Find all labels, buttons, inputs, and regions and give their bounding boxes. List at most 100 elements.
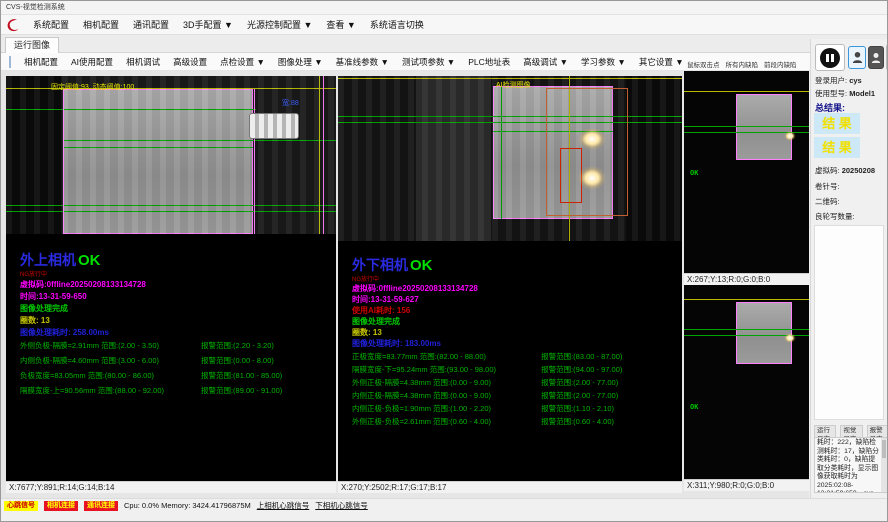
scene-dark-band — [626, 76, 682, 241]
overlay-line-green — [338, 116, 682, 117]
tool-plc-address-table[interactable]: PLC地址表 — [466, 54, 512, 70]
measurement-row: 外侧负极-隔膜=2.91mm 范围:(2.00 - 3.50) 报警范围:(2.… — [20, 340, 332, 351]
tool-advanced-settings[interactable]: 高级设置 — [171, 54, 209, 70]
alarm-range: 报警范围:(2.00 - 77.00) — [541, 377, 678, 388]
left-product-region — [63, 89, 253, 234]
overlay-line-green — [6, 211, 336, 212]
heartbeat-badge: 心跳信号 — [4, 501, 38, 511]
overlay-line-green — [63, 147, 253, 148]
overlay-line-green — [6, 109, 256, 110]
user-login-button[interactable] — [848, 46, 866, 69]
left-camera-image[interactable]: 固定阈值:93, 动态阈值:100 宽:88 — [6, 76, 336, 234]
tool-other-settings[interactable]: 其它设置 ▼ — [637, 54, 686, 70]
measurement-value: 内侧负极-隔膜=4.60mm 范围:(3.00 - 6.00) — [20, 355, 201, 366]
app-logo-icon — [5, 17, 21, 33]
right-camera-image[interactable]: AI检测图像 — [338, 76, 682, 241]
tool-advanced-debug[interactable]: 高级调试 ▼ — [521, 54, 570, 70]
process-done-line: 图像处理完成 — [352, 316, 400, 327]
measurement-row: 隔膜宽度-上=90.56mm 范围:(88.00 - 92.00) 报警范围:(… — [20, 385, 332, 396]
result-box-2: 结 果 — [814, 137, 860, 158]
alarm-range: 报警范围:(89.00 - 91.00) — [201, 385, 332, 396]
lower-camera-heartbeat: 下相机心跳信号 — [315, 500, 368, 511]
overlay-line-green — [684, 329, 809, 330]
sidebar: 登录用户: cys 使用型号: Model1 总结果: 结 果 结 果 虚拟码:… — [810, 39, 888, 498]
measurement-row: 隔膜宽度-下=95.24mm 范围:(93.00 - 98.00) 报警范围:(… — [352, 364, 678, 375]
thumb2-product — [736, 302, 792, 364]
camera-result: OK — [410, 257, 433, 274]
menu-light-control-config[interactable]: 光源控制配置 ▼ — [245, 16, 314, 33]
login-label-text: 登录用户: — [815, 76, 847, 85]
thumb-header-front-defects[interactable]: 前段内缺陷 — [764, 59, 797, 69]
tool-learning-params[interactable]: 学习参数 ▼ — [579, 54, 628, 70]
overlay-line-green — [6, 205, 336, 206]
scene-light-band — [416, 76, 491, 241]
thumb1-product — [736, 94, 792, 160]
tool-image-processing[interactable]: 图像处理 ▼ — [276, 54, 325, 70]
pause-icon — [820, 48, 840, 68]
measurement-row: 负极宽度=83.05mm 范围:(80.00 - 86.00) 报警范围:(81… — [20, 370, 332, 381]
reflection-highlight — [578, 166, 606, 190]
good-count-label: 良轮写数量: — [815, 211, 855, 222]
gripper-clamp — [249, 113, 299, 139]
tool-test-item-params[interactable]: 测试项参数 ▼ — [400, 54, 457, 70]
thumb1-image[interactable]: OK — [684, 71, 809, 273]
left-camera-coords: X:7677;Y:891;R:14;G:14;B:14 — [6, 481, 336, 493]
model-label-text: 使用型号: — [815, 89, 847, 98]
measurement-value: 负极宽度=83.05mm 范围:(80.00 - 86.00) — [20, 370, 201, 381]
ai-image-overlay-label: AI检测图像 — [496, 80, 531, 90]
overlay-line-green — [501, 86, 502, 219]
overlay-line-pink — [254, 89, 255, 234]
pause-button[interactable] — [815, 44, 845, 71]
thumb2-image[interactable]: OK — [684, 285, 809, 479]
virtual-code-label: 虚拟码: 20250208 — [815, 165, 875, 176]
sidebar-listbox[interactable] — [814, 225, 884, 420]
user-manage-button[interactable] — [868, 46, 884, 69]
needle-number-label: 卷针号: — [815, 181, 840, 192]
thumb-header: 鼠标双击点 所有内缺陷 前段内缺陷 — [687, 58, 809, 70]
left-camera-title: 外上相机OK — [20, 250, 101, 270]
overlay-line-green — [684, 126, 809, 127]
tool-camera-debug[interactable]: 相机调试 — [124, 54, 162, 70]
log-output[interactable]: 耗时：222，缺陷检测耗时：17，缺陷分类耗时：0，缺陷提取分类耗时，显示图像获… — [814, 437, 888, 493]
alarm-range: 报警范围:(0.60 - 4.00) — [541, 416, 678, 427]
tool-spot-check[interactable]: 点检设置 ▼ — [218, 54, 267, 70]
vcode-value: 20250208 — [842, 166, 875, 175]
menu-view[interactable]: 查看 ▼ — [324, 16, 357, 33]
app-window: CVS-视觉检测系统 系统配置 相机配置 通讯配置 3D手配置 ▼ 光源控制配置… — [0, 0, 888, 522]
tool-baseline-params[interactable]: 基准线参数 ▼ — [334, 54, 391, 70]
camera-name: 外上相机 — [20, 252, 76, 268]
model-label: 使用型号: Model1 — [815, 88, 875, 99]
cpu-memory-text: Cpu: 0.0% Memory: 3424.41796875M — [124, 501, 251, 510]
thumb-header-dblclick[interactable]: 鼠标双击点 — [687, 59, 720, 69]
menu-comm-config[interactable]: 通讯配置 — [131, 16, 171, 33]
thumb2-status: OK — [690, 403, 698, 411]
menu-language-switch[interactable]: 系统语言切换 — [368, 16, 426, 33]
width-overlay-label: 宽:88 — [282, 98, 299, 108]
upper-camera-heartbeat: 上相机心跳信号 — [257, 500, 310, 511]
tool-ai-usage-config[interactable]: AI使用配置 — [69, 54, 115, 70]
tool-camera-config[interactable]: 相机配置 — [22, 54, 60, 70]
alarm-range: 报警范围:(83.00 - 87.00) — [541, 351, 678, 362]
measurement-value: 外侧正极-隔膜=4.38mm 范围:(0.00 - 9.00) — [352, 377, 541, 388]
right-camera-results: 外下相机OK NG放行中 虚拟码:0ffline2025020813313472… — [338, 241, 682, 481]
thumb2-coords: X:311;Y:980;R:0;G:0;B:0 — [684, 479, 809, 491]
barcode-line: 虚拟码:0ffline20250208133134728 — [352, 283, 478, 294]
alarm-range: 报警范围:(2.00 - 77.00) — [541, 390, 678, 401]
elapsed-line: 图像处理耗时: 258.00ms — [20, 327, 109, 338]
menu-system-config[interactable]: 系统配置 — [31, 16, 71, 33]
measurement-value: 隔膜宽度-下=95.24mm 范围:(93.00 - 98.00) — [352, 364, 541, 375]
measurement-value: 内侧正极-隔膜=4.38mm 范围:(0.00 - 9.00) — [352, 390, 541, 401]
thumb1-coords: X:267;Y:13;R:0;G:0;B:0 — [684, 273, 809, 285]
overlay-line-green — [63, 140, 336, 141]
tab-run-image[interactable]: 运行图像 — [5, 37, 59, 53]
log-scrollbar[interactable] — [881, 438, 887, 492]
measurement-row: 内侧正极-隔膜=4.38mm 范围:(0.00 - 9.00) 报警范围:(2.… — [352, 390, 678, 401]
thumb-header-all-defects[interactable]: 所有内缺陷 — [726, 59, 759, 69]
camera-result: OK — [78, 252, 101, 269]
menu-camera-config[interactable]: 相机配置 — [81, 16, 121, 33]
menu-3d-hand-config[interactable]: 3D手配置 ▼ — [181, 16, 235, 33]
reflection-highlight — [578, 128, 606, 150]
thumb1-status: OK — [690, 169, 698, 177]
threshold-overlay-label: 固定阈值:93, 动态阈值:100 — [51, 82, 134, 92]
ng-pass-status: NG放行中 — [20, 269, 47, 278]
